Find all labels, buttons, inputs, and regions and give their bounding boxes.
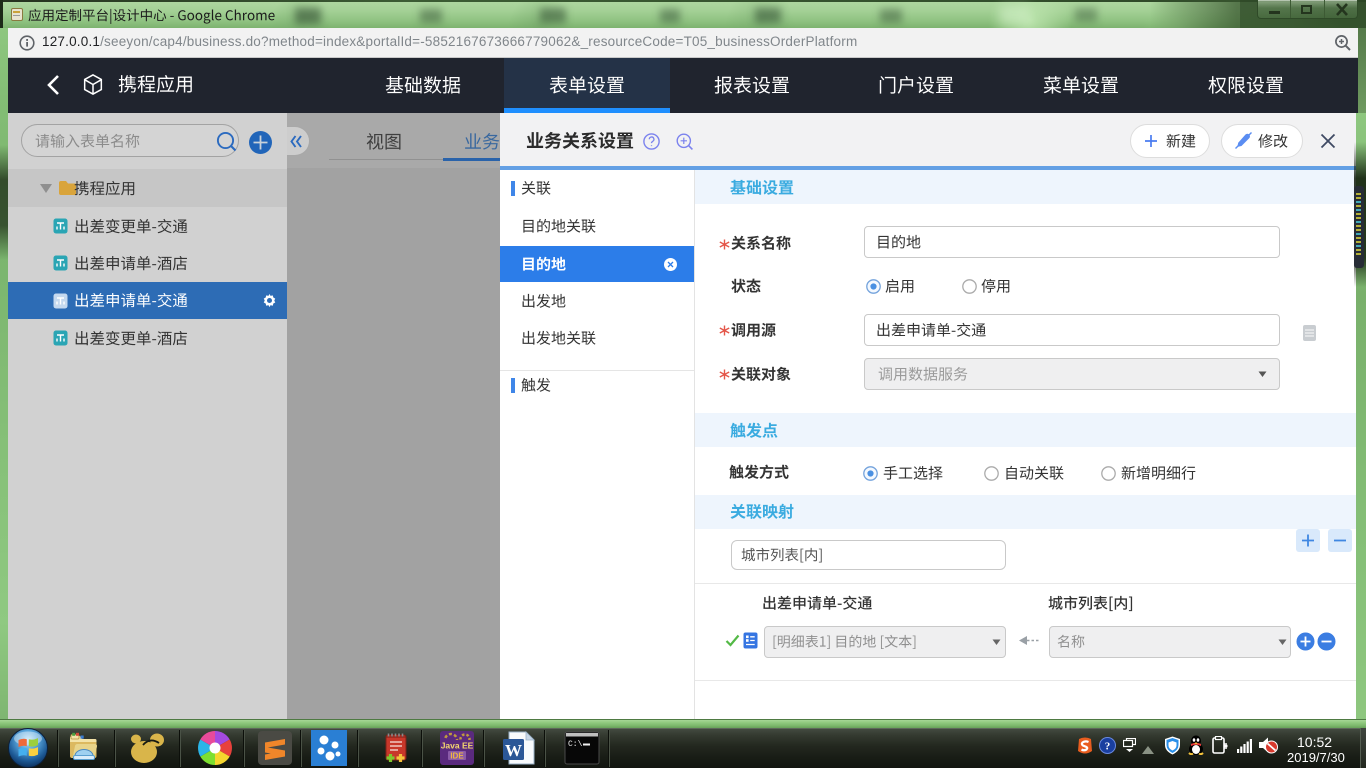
svg-text:?: ? [1105,741,1111,753]
svg-text:Java EE: Java EE [441,741,474,751]
svg-text:IDE: IDE [450,752,464,761]
svg-text:W: W [505,741,522,760]
svg-text:C:\: C:\ [568,740,583,749]
